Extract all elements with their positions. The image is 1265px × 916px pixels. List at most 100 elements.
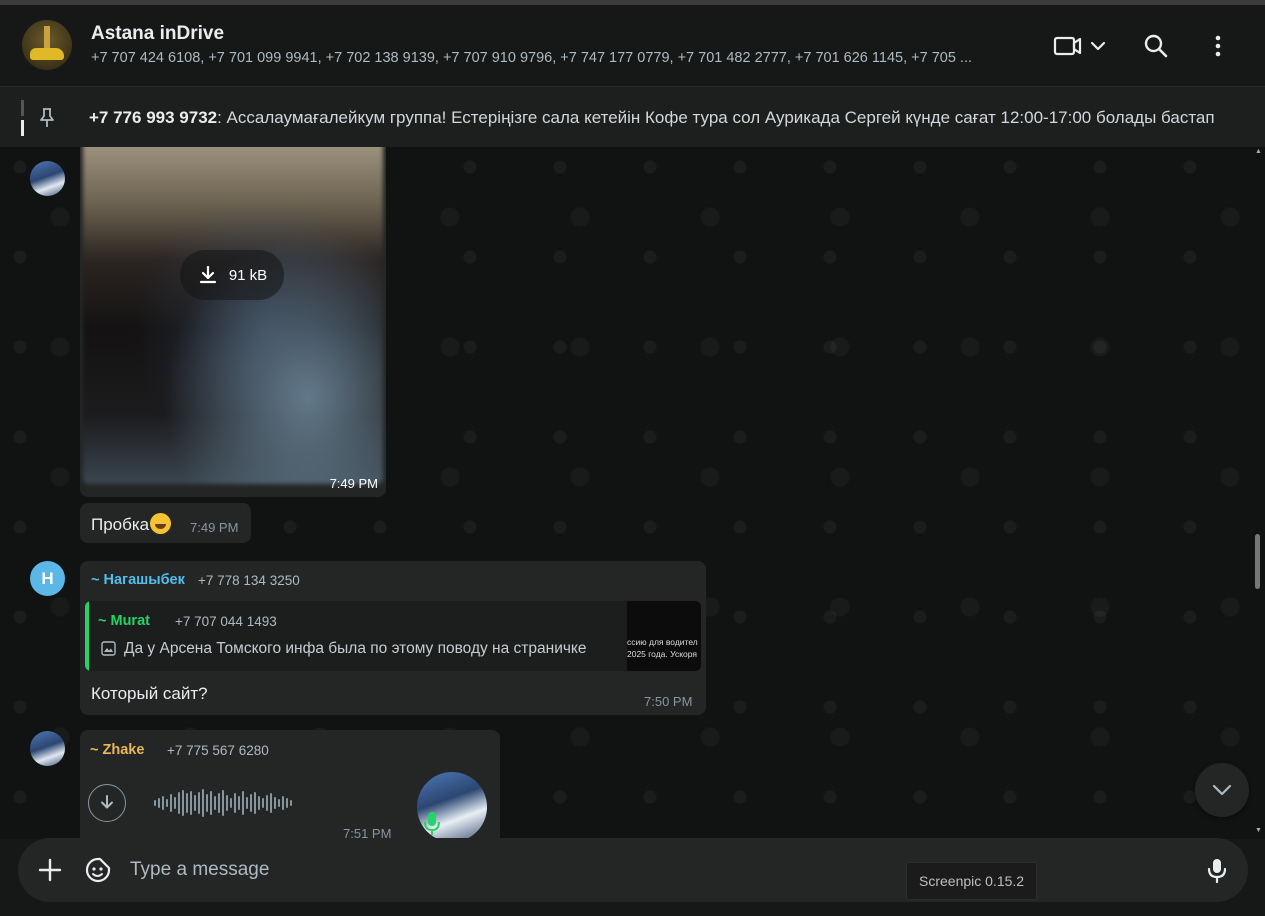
message-time: 7:49 PM	[190, 520, 239, 535]
waveform-bar	[186, 793, 188, 813]
sticker-button[interactable]	[84, 856, 112, 884]
waveform-bar	[166, 799, 168, 807]
chevron-down-icon	[1212, 784, 1232, 796]
sender-name[interactable]: ~ Zhake	[90, 742, 144, 758]
pinned-message-text[interactable]: +7 776 993 9732: Ассалаумағалейкум групп…	[89, 108, 1229, 128]
pinned-body: : Ассалаумағалейкум группа! Естеріңізге …	[217, 108, 1215, 127]
scroll-down-arrow-icon[interactable]: ▼	[1254, 827, 1263, 835]
reply-message[interactable]: ~ Нагашыбек +7 778 134 3250 ~ Murat +7 7…	[80, 561, 706, 715]
group-avatar[interactable]	[22, 20, 72, 70]
chat-title[interactable]: Astana inDrive	[91, 23, 224, 45]
sender-phone: +7 775 567 6280	[167, 743, 269, 758]
voice-record-button[interactable]	[1203, 856, 1231, 884]
pinned-sender: +7 776 993 9732	[89, 108, 218, 127]
sender-phone: +7 778 134 3250	[198, 573, 300, 588]
more-vertical-icon	[1215, 35, 1221, 57]
waveform-bar	[266, 795, 268, 811]
sender-avatar[interactable]	[30, 161, 65, 196]
image-download-button[interactable]: 91 kB	[180, 250, 284, 300]
voice-download-button[interactable]	[88, 784, 126, 822]
waveform-bar	[194, 795, 196, 811]
attach-button[interactable]	[36, 856, 64, 884]
waveform-bar	[286, 798, 288, 808]
waveform-bar	[270, 793, 272, 813]
voice-message[interactable]: ~ Zhake +7 775 567 6280 7:51 PM	[80, 730, 500, 839]
waveform-bar	[226, 795, 228, 811]
waveform-bar	[274, 797, 276, 809]
blurred-image-preview	[83, 147, 383, 484]
waveform-bar	[282, 796, 284, 810]
waveform-bar	[218, 793, 220, 813]
sender-avatar-letter[interactable]: Н	[30, 561, 65, 596]
waveform-bar	[242, 791, 244, 815]
image-file-size: 91 kB	[228, 266, 268, 284]
sender-avatar[interactable]	[30, 731, 65, 766]
pinned-message-bar[interactable]: +7 776 993 9732: Ассалаумағалейкум групп…	[0, 87, 1265, 147]
voice-waveform[interactable]	[154, 788, 292, 818]
quoted-sender-phone: +7 707 044 1493	[175, 614, 277, 629]
chat-messages-area[interactable]: 91 kB 7:49 PM Пробка 7:49 PM Н ~ Нагашыб…	[0, 147, 1265, 839]
video-call-button[interactable]	[1052, 31, 1114, 61]
quoted-image-thumbnail: ссию для водител 2025 года. Ускоря	[627, 601, 701, 671]
waveform-bar	[162, 796, 164, 810]
waveform-bar	[254, 792, 256, 814]
scroll-up-arrow-icon[interactable]: ▲	[1254, 148, 1263, 156]
scroll-to-bottom-button[interactable]	[1195, 763, 1249, 817]
composer-box	[18, 838, 1248, 902]
menu-button[interactable]	[1205, 31, 1231, 61]
waveform-bar	[182, 790, 184, 816]
search-button[interactable]	[1141, 31, 1171, 61]
waveform-bar	[154, 800, 156, 806]
chat-members[interactable]: +7 707 424 6108, +7 701 099 9941, +7 702…	[91, 50, 1011, 66]
waveform-bar	[190, 791, 192, 815]
thumb-text-line2: 2025 года. Ускоря	[627, 649, 697, 659]
message-composer: Screenpic 0.15.2	[0, 838, 1265, 916]
chat-scrollbar[interactable]: ▲ ▼	[1254, 147, 1263, 839]
quoted-sender-name: ~ Murat	[98, 613, 150, 629]
download-arrow-icon	[101, 795, 113, 809]
chat-header[interactable]: Astana inDrive +7 707 424 6108, +7 701 0…	[0, 5, 1265, 87]
avatar-car	[30, 48, 64, 60]
photo-icon	[101, 641, 116, 656]
waveform-bar	[250, 794, 252, 812]
message-input[interactable]	[130, 848, 890, 892]
sender-name[interactable]: ~ Нагашыбек	[91, 572, 185, 588]
plus-icon	[38, 858, 62, 882]
search-icon	[1144, 34, 1168, 58]
waveform-bar	[214, 796, 216, 810]
waveform-bar	[234, 793, 236, 813]
waveform-bar	[170, 794, 172, 812]
text-message[interactable]: Пробка 7:49 PM	[80, 503, 251, 543]
download-icon	[199, 265, 216, 284]
sticker-icon	[85, 857, 111, 883]
laughing-emoji-icon	[150, 513, 172, 534]
waveform-bar	[178, 792, 180, 814]
waveform-bar	[230, 798, 232, 808]
scrollbar-thumb[interactable]	[1255, 534, 1260, 589]
screenshot-tool-tooltip: Screenpic 0.15.2	[906, 862, 1038, 900]
waveform-bar	[158, 798, 160, 808]
quoted-text: Да у Арсена Томского инфа была по этому …	[124, 640, 587, 657]
waveform-bar	[290, 800, 292, 806]
microphone-badge-icon	[424, 812, 440, 835]
quote-accent-bar	[85, 601, 89, 671]
video-camera-icon	[1053, 36, 1106, 56]
microphone-icon	[1207, 859, 1227, 884]
waveform-bar	[278, 799, 280, 807]
waveform-bar	[222, 790, 224, 816]
waveform-bar	[258, 796, 260, 810]
avatar-tower	[44, 26, 50, 50]
pin-icon	[40, 108, 54, 127]
message-time: 7:49 PM	[329, 476, 378, 491]
waveform-bar	[202, 789, 204, 817]
image-message[interactable]: 91 kB 7:49 PM	[80, 147, 386, 497]
waveform-bar	[206, 794, 208, 812]
waveform-bar	[198, 792, 200, 814]
pinned-indicator	[21, 100, 24, 136]
message-time: 7:50 PM	[644, 694, 693, 709]
quoted-message[interactable]: ~ Murat +7 707 044 1493 Да у Арсена Томс…	[85, 601, 701, 671]
waveform-bar	[238, 796, 240, 810]
waveform-bar	[174, 797, 176, 809]
thumb-text-line1: ссию для водител	[627, 637, 698, 647]
waveform-bar	[210, 791, 212, 815]
